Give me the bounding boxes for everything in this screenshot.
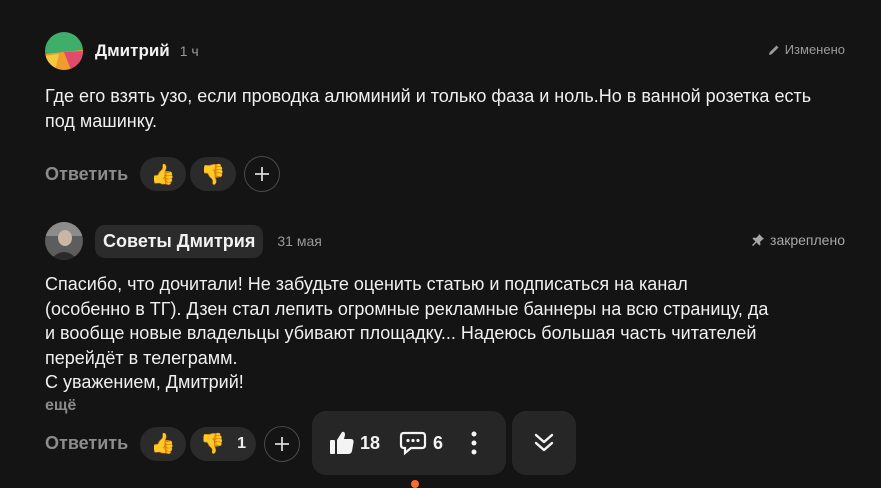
thumbs-up-icon: 👍: [150, 433, 176, 455]
thumbs-up-icon: [330, 431, 354, 454]
edited-indicator: Изменено: [768, 42, 845, 57]
pinned-indicator: закреплено: [751, 232, 845, 248]
comment-actions: Ответить 👍 👎: [45, 156, 845, 192]
scroll-down-button[interactable]: [512, 411, 576, 475]
author-name[interactable]: Дмитрий: [95, 41, 170, 61]
comment-text-line: С уважением, Дмитрий!: [45, 372, 244, 392]
like-button[interactable]: 👍: [140, 157, 187, 191]
comment-icon: [399, 431, 427, 456]
more-vertical-icon: [471, 431, 477, 455]
avatar[interactable]: [45, 222, 83, 260]
dislike-button[interactable]: 👎: [190, 157, 237, 191]
double-chevron-down-icon: [534, 433, 554, 452]
comment-text-line: и вообще новые владельцы убивают площадк…: [45, 323, 757, 343]
article-comments-button[interactable]: 6: [399, 430, 444, 488]
reply-button[interactable]: Ответить: [45, 433, 128, 454]
more-options-button[interactable]: [471, 431, 477, 455]
pencil-icon: [768, 44, 780, 56]
add-reaction-button[interactable]: [264, 425, 301, 462]
plus-icon: [275, 436, 290, 451]
notification-dot: [411, 480, 420, 488]
comment-time: 31 мая: [277, 233, 322, 249]
comment-text-line: (особенно в ТГ). Дзен стал лепить огромн…: [45, 298, 769, 319]
comment-time: 1 ч: [179, 43, 199, 59]
plus-icon: [255, 167, 270, 181]
comment-text: Спасибо, что дочитали! Не забудьте оцени…: [45, 272, 845, 395]
dislike-count: 1: [237, 434, 246, 452]
pinned-label: закреплено: [770, 232, 845, 248]
article-comment-count: 6: [433, 432, 444, 453]
article-action-bar: 18 6: [312, 411, 506, 488]
article-like-count: 18: [360, 432, 381, 453]
comment-header: Советы Дмитрия 31 мая закреплено: [45, 220, 845, 262]
add-reaction-button[interactable]: [244, 156, 281, 192]
author-name[interactable]: Советы Дмитрия: [95, 224, 264, 258]
comment-header: Дмитрий 1 ч Изменено: [45, 30, 845, 72]
edited-label: Изменено: [784, 42, 845, 57]
thumbs-up-icon: 👍: [150, 163, 176, 186]
comment: Дмитрий 1 ч Изменено Где его взять узо, …: [45, 30, 845, 192]
avatar[interactable]: [45, 32, 83, 70]
thumbs-down-icon: 👎: [200, 433, 226, 455]
reply-button[interactable]: Ответить: [45, 164, 128, 185]
pin-icon: [751, 233, 765, 247]
article-like-button[interactable]: 18: [328, 429, 380, 457]
comment-text: Где его взять узо, если проводка алюмини…: [45, 86, 812, 131]
thumbs-down-icon: 👎: [200, 163, 226, 186]
comment-text-line: Спасибо, что дочитали! Не забудьте оцени…: [45, 274, 688, 294]
like-button[interactable]: 👍: [140, 426, 187, 461]
dislike-button[interactable]: 👎 1: [190, 426, 257, 461]
comment-text-line: перейдёт в телеграмм.: [45, 347, 238, 368]
